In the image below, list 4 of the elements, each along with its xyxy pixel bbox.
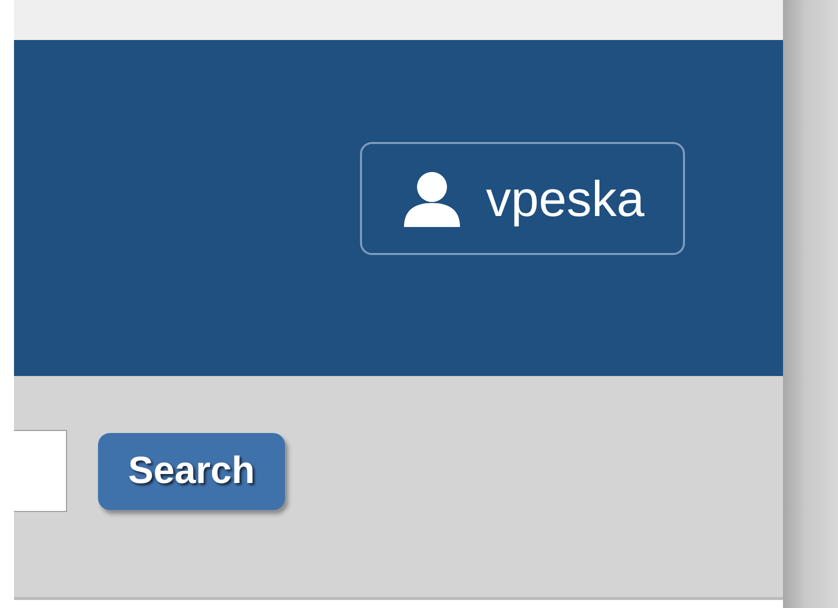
user-icon — [402, 170, 462, 226]
search-button[interactable]: Search — [98, 433, 285, 510]
user-menu-button[interactable]: vpeska — [360, 142, 685, 255]
search-field[interactable] — [14, 430, 67, 512]
